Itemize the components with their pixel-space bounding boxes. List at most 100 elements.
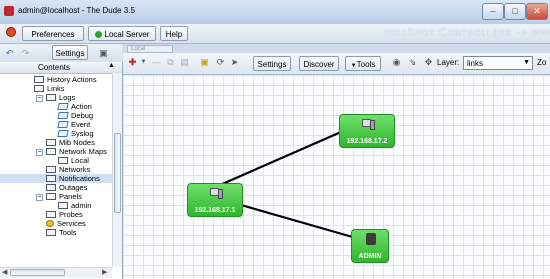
panels-expander[interactable]: − (36, 194, 43, 201)
network-map-canvas[interactable]: 192.168.17.2 192.168.17.1 ADMIN (123, 75, 550, 279)
tab-local[interactable]: Local (127, 45, 173, 53)
map-settings-button[interactable]: Settings (253, 56, 291, 71)
map-toolbar: ✚ ▼ — ⧉ ▤ ▣ ⟳ ➤ Settings Discover ▼Tools… (123, 53, 550, 75)
contents-header-label: Contents (38, 63, 71, 72)
folder-icon (46, 229, 56, 236)
refresh-icon[interactable]: ⟳ (215, 57, 226, 68)
device-label: ADMIN (358, 253, 382, 260)
back-icon[interactable]: ↶ (4, 48, 15, 59)
tree-item-networks[interactable]: Networks (46, 165, 90, 174)
window-title: admin@localhost - The Dude 3.5 (18, 6, 135, 15)
scroll-left-icon[interactable]: ◀ (2, 268, 7, 276)
tree-item-local[interactable]: Local (58, 156, 89, 165)
contents-sidebar: Contents ▲ History Actions Links − Logs A… (0, 62, 123, 279)
sidebar-settings-button[interactable]: Settings (52, 45, 88, 60)
computer-icon (210, 188, 223, 200)
folder-icon (46, 94, 56, 101)
vertical-scroll-thumb[interactable] (114, 133, 121, 213)
device-admin[interactable]: ADMIN (351, 229, 389, 263)
tools-button[interactable]: ▼Tools (345, 56, 381, 71)
app-icon (4, 6, 14, 16)
forward-icon[interactable]: ↷ (20, 48, 31, 59)
layer-value: links (467, 59, 484, 68)
brand-watermark: HotSpot Controllers -> www (385, 27, 550, 39)
chevron-down-icon: ▼ (523, 59, 530, 66)
preferences-button[interactable]: Preferences (22, 26, 84, 41)
sidebar-horizontal-scrollbar[interactable]: ◀ ▶ (0, 267, 112, 278)
find-icon[interactable]: ◉ (391, 57, 402, 68)
local-server-label: Local Server (104, 30, 150, 39)
log-icon (57, 130, 69, 137)
tree-item-tools[interactable]: Tools (46, 228, 77, 237)
tree-item-panels[interactable]: Panels (46, 192, 82, 201)
layer-select[interactable]: links ▼ (463, 56, 533, 70)
folder-icon (46, 139, 56, 146)
network-maps-expander[interactable]: − (36, 149, 43, 156)
disconnect-icon[interactable] (6, 27, 16, 37)
title-bar: admin@localhost - The Dude 3.5 – □ ✕ (0, 0, 550, 24)
tools-label: Tools (356, 60, 376, 69)
folder-icon (46, 175, 56, 182)
close-button[interactable]: ✕ (526, 3, 548, 20)
folder-icon (46, 211, 56, 218)
link-17-1-to-17-2[interactable] (219, 130, 342, 187)
tree-item-probes[interactable]: Probes (46, 210, 83, 219)
tree-item-services[interactable]: Services (46, 219, 86, 228)
add-icon[interactable]: ✚ (127, 57, 138, 68)
zoom-area-icon[interactable]: ⇘ (407, 57, 418, 68)
device-192-168-17-2[interactable]: 192.168.17.2 (339, 114, 395, 148)
pointer-icon[interactable]: ➤ (229, 57, 240, 68)
help-button[interactable]: Help (160, 26, 188, 41)
folder-icon (46, 166, 56, 173)
zoom-label: Zo (537, 58, 547, 67)
tree-item-logs[interactable]: Logs (46, 93, 75, 102)
tree-item-mib-nodes[interactable]: Mib Nodes (46, 138, 95, 147)
server-status-icon (94, 31, 102, 38)
map-tab-strip: Local (123, 44, 550, 53)
local-server-button[interactable]: Local Server (88, 26, 156, 41)
layer-label: Layer: (437, 58, 460, 67)
contents-header: Contents ▲ (0, 62, 122, 74)
log-icon (57, 121, 69, 128)
tree-item-event[interactable]: Event (57, 120, 90, 129)
tree-item-admin[interactable]: admin (58, 201, 91, 210)
tree-item-links[interactable]: Links (34, 84, 65, 93)
screen-icon[interactable]: ▣ (98, 48, 109, 59)
folder-icon (34, 76, 44, 83)
computer-icon (362, 119, 375, 131)
paste-icon[interactable]: ▤ (179, 57, 190, 68)
discover-button[interactable]: Discover (299, 56, 339, 71)
folder-icon (46, 148, 56, 155)
log-icon (57, 112, 69, 119)
sidebar-vertical-scrollbar[interactable] (112, 73, 122, 267)
tree-item-syslog[interactable]: Syslog (57, 129, 94, 138)
minimize-button[interactable]: – (482, 3, 504, 20)
add-dropdown-icon[interactable]: ▼ (138, 57, 149, 68)
folder-icon (34, 85, 44, 92)
logs-expander[interactable]: − (36, 95, 43, 102)
folder-icon (46, 184, 56, 191)
device-192-168-17-1[interactable]: 192.168.17.1 (187, 183, 243, 217)
scroll-right-icon[interactable]: ▶ (102, 268, 107, 276)
device-label: 192.168.17.2 (346, 138, 388, 145)
tree-item-history-actions[interactable]: History Actions (34, 75, 97, 84)
log-icon (57, 103, 69, 110)
lock-icon[interactable]: ▣ (199, 57, 210, 68)
fit-icon[interactable]: ✥ (423, 57, 434, 68)
tree-item-outages[interactable]: Outages (46, 183, 87, 192)
tree-item-debug[interactable]: Debug (57, 111, 93, 120)
sidebar-toolbar: ↶ ↷ Settings ▣ (0, 44, 122, 61)
map-links (219, 130, 364, 242)
folder-icon (46, 193, 56, 200)
tree-item-notifications[interactable]: Notifications (0, 174, 112, 183)
horizontal-scroll-thumb[interactable] (10, 269, 65, 276)
tree-item-network-maps[interactable]: Network Maps (46, 147, 107, 156)
copy-icon[interactable]: ⧉ (165, 57, 176, 68)
collapse-icon[interactable]: ▲ (108, 62, 115, 69)
service-icon (46, 220, 54, 227)
map-icon (58, 157, 68, 164)
remove-icon[interactable]: — (151, 57, 162, 68)
tree-item-action[interactable]: Action (57, 102, 92, 111)
maximize-button[interactable]: □ (504, 3, 526, 20)
device-label: 192.168.17.1 (194, 207, 236, 214)
